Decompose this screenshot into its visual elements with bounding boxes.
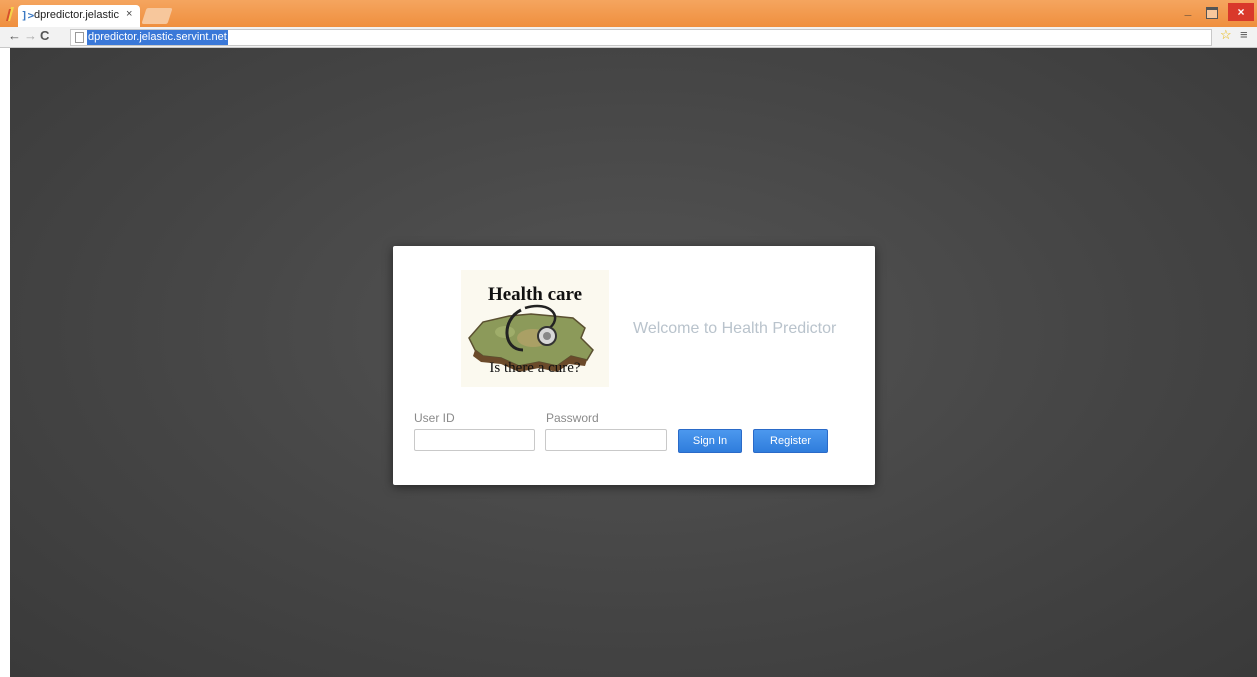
maximize-icon [1206, 7, 1218, 19]
browser-tab[interactable]: ]> dpredictor.jelastic.se × [18, 5, 140, 27]
health-care-logo: Health care Is there a cure? [461, 270, 609, 387]
sign-in-button[interactable]: Sign In [678, 429, 742, 453]
tab-close-icon[interactable]: × [126, 8, 132, 20]
password-label: Password [546, 411, 599, 425]
new-tab-button[interactable] [141, 8, 173, 24]
reload-icon[interactable]: C [40, 28, 49, 43]
address-bar[interactable]: dpredictor.jelastic.servint.net [70, 29, 1212, 46]
address-bar-url[interactable]: dpredictor.jelastic.servint.net [87, 30, 228, 45]
logo-bottom-text: Is there a cure? [489, 360, 581, 376]
login-card: Health care Is there a cure? Welcome to … [393, 246, 875, 485]
page-icon [75, 32, 84, 43]
window-close-button[interactable]: × [1228, 3, 1254, 21]
window-titlebar: ]> dpredictor.jelastic.se × _ × [0, 0, 1257, 27]
user-id-input[interactable] [414, 429, 535, 451]
window-minimize-button[interactable]: _ [1177, 3, 1199, 21]
password-input[interactable] [545, 429, 667, 451]
bookmark-star-icon[interactable]: ☆ [1220, 27, 1232, 43]
browser-menu-icon[interactable]: ≡ [1240, 27, 1248, 42]
back-arrow-icon[interactable]: ← [8, 28, 21, 43]
user-id-label: User ID [414, 411, 455, 425]
window-maximize-button[interactable] [1201, 3, 1223, 21]
welcome-heading: Welcome to Health Predictor [633, 320, 837, 337]
tab-title: dpredictor.jelastic.se [34, 9, 120, 21]
browser-app-icon [6, 7, 14, 21]
register-button[interactable]: Register [753, 429, 828, 453]
page-background: Health care Is there a cure? Welcome to … [10, 48, 1257, 677]
browser-toolbar: ← → C dpredictor.jelastic.servint.net ☆ … [0, 27, 1257, 48]
logo-top-text: Health care [487, 284, 583, 305]
site-favicon-icon: ]> [21, 9, 35, 22]
forward-arrow-icon[interactable]: → [24, 28, 37, 43]
